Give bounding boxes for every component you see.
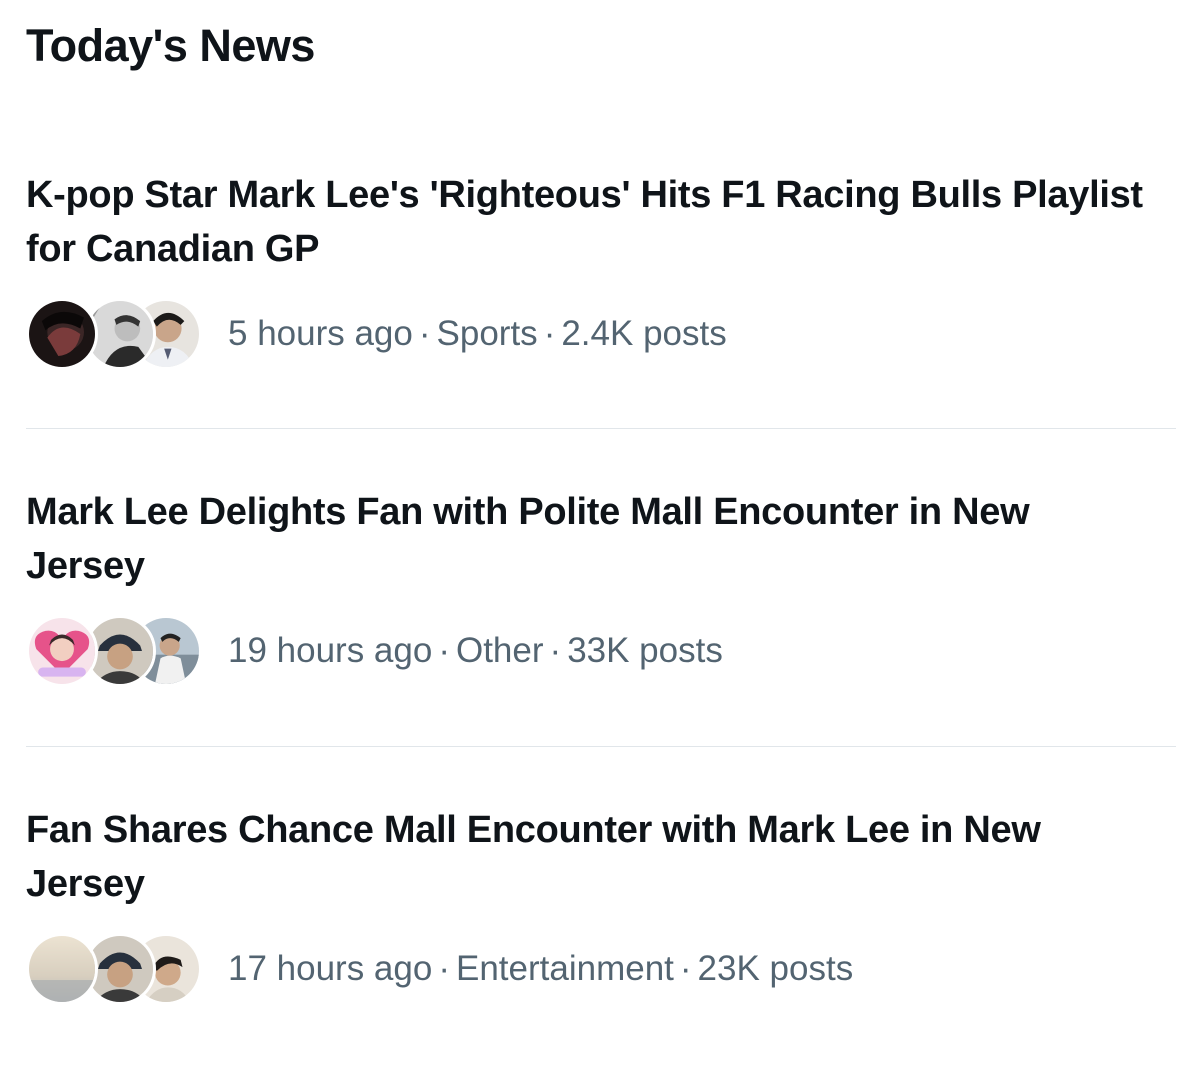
news-item-2[interactable]: Mark Lee Delights Fan with Polite Mall E… bbox=[26, 485, 1176, 695]
avatar-stack bbox=[26, 931, 226, 1007]
section-title: Today's News bbox=[26, 20, 315, 71]
news-category: Sports bbox=[436, 314, 538, 353]
avatar bbox=[26, 933, 98, 1005]
meta-separator: · bbox=[549, 631, 562, 670]
meta-separator: · bbox=[543, 314, 556, 353]
news-category: Entertainment bbox=[455, 949, 674, 988]
news-meta-text: 19 hours ago · Other · 33K posts bbox=[228, 613, 723, 689]
news-item-1[interactable]: K-pop Star Mark Lee's 'Righteous' Hits F… bbox=[26, 168, 1176, 378]
news-post-count: 23K posts bbox=[697, 949, 854, 988]
news-time: 5 hours ago bbox=[228, 314, 413, 353]
news-time: 17 hours ago bbox=[228, 949, 433, 988]
news-meta: 17 hours ago · Entertainment · 23K posts bbox=[26, 931, 853, 1007]
news-post-count: 2.4K posts bbox=[561, 314, 727, 353]
news-meta-text: 5 hours ago · Sports · 2.4K posts bbox=[228, 296, 727, 372]
todays-news-panel: Today's News K-pop Star Mark Lee's 'Righ… bbox=[0, 0, 1200, 1088]
meta-separator: · bbox=[418, 314, 431, 353]
news-headline[interactable]: Mark Lee Delights Fan with Polite Mall E… bbox=[26, 485, 1146, 593]
news-category: Other bbox=[455, 631, 544, 670]
news-item-3[interactable]: Fan Shares Chance Mall Encounter with Ma… bbox=[26, 803, 1176, 1013]
divider bbox=[26, 746, 1176, 747]
news-headline[interactable]: Fan Shares Chance Mall Encounter with Ma… bbox=[26, 803, 1146, 911]
news-meta: 19 hours ago · Other · 33K posts bbox=[26, 613, 723, 689]
news-meta: 5 hours ago · Sports · 2.4K posts bbox=[26, 296, 727, 372]
meta-separator: · bbox=[679, 949, 692, 988]
avatar-stack bbox=[26, 296, 226, 372]
divider bbox=[26, 428, 1176, 429]
meta-separator: · bbox=[438, 949, 450, 988]
meta-separator: · bbox=[438, 631, 450, 670]
news-meta-text: 17 hours ago · Entertainment · 23K posts bbox=[228, 931, 853, 1007]
avatar bbox=[26, 298, 98, 370]
news-post-count: 33K posts bbox=[567, 631, 723, 670]
news-headline[interactable]: K-pop Star Mark Lee's 'Righteous' Hits F… bbox=[26, 168, 1146, 276]
avatar-stack bbox=[26, 613, 226, 689]
avatar bbox=[26, 615, 98, 687]
news-time: 19 hours ago bbox=[228, 631, 433, 670]
